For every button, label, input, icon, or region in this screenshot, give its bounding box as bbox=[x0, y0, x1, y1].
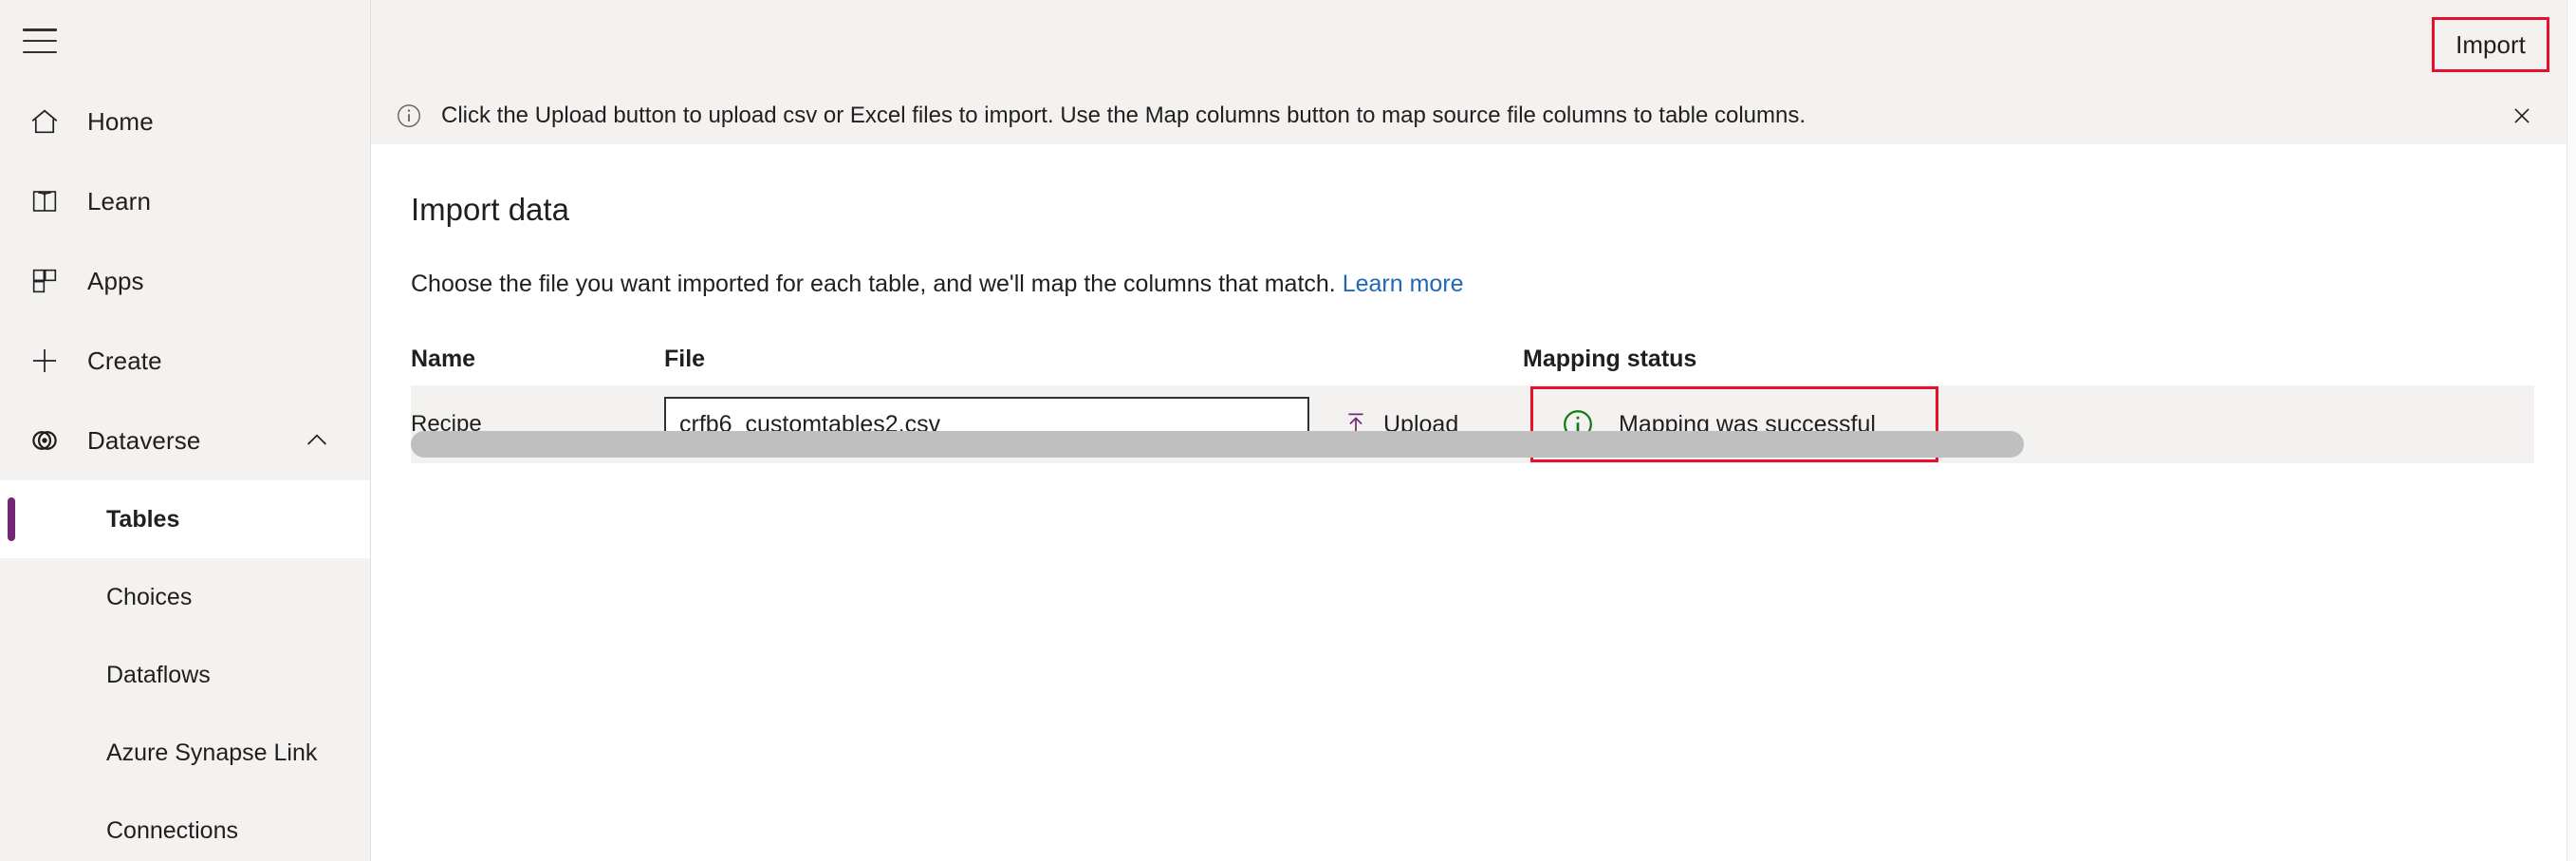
sidebar-subitem-label: Dataflows bbox=[106, 662, 211, 689]
sidebar-item-label: Dataverse bbox=[87, 426, 200, 456]
learn-more-link[interactable]: Learn more bbox=[1343, 271, 1464, 297]
info-banner: Click the Upload button to upload csv or… bbox=[371, 87, 2576, 144]
page-description-text: Choose the file you want imported for ea… bbox=[411, 271, 1336, 297]
sidebar-item-create[interactable]: Create bbox=[0, 321, 370, 401]
sidebar-item-azure-synapse-link[interactable]: Azure Synapse Link bbox=[0, 714, 370, 792]
horizontal-scrollbar-thumb[interactable] bbox=[411, 431, 2024, 458]
sidebar-item-connections[interactable]: Connections bbox=[0, 792, 370, 861]
sidebar-item-home[interactable]: Home bbox=[0, 82, 370, 161]
apps-grid-icon bbox=[25, 261, 65, 301]
sidebar-item-label: Create bbox=[87, 346, 162, 376]
sidebar: Home Learn bbox=[0, 0, 371, 861]
sidebar-item-label: Learn bbox=[87, 187, 151, 216]
info-circle-icon bbox=[394, 101, 424, 131]
main-content: Import Click the Upload button to upload… bbox=[371, 0, 2576, 861]
page-description: Choose the file you want imported for ea… bbox=[411, 271, 1464, 298]
sidebar-item-dataverse[interactable]: Dataverse bbox=[0, 401, 370, 480]
sidebar-item-tables[interactable]: Tables bbox=[0, 480, 370, 558]
sidebar-item-dataflows[interactable]: Dataflows bbox=[0, 636, 370, 714]
sidebar-subitem-label: Connections bbox=[106, 817, 238, 845]
info-banner-message: Click the Upload button to upload csv or… bbox=[441, 103, 1806, 129]
dataverse-icon bbox=[25, 421, 65, 460]
column-header-name: Name bbox=[411, 346, 664, 373]
plus-icon bbox=[25, 341, 65, 381]
hamburger-icon[interactable] bbox=[23, 28, 57, 53]
sidebar-item-label: Home bbox=[87, 107, 154, 137]
sidebar-subitem-label: Tables bbox=[106, 506, 179, 533]
import-data-panel: Import data Choose the file you want imp… bbox=[371, 144, 2576, 861]
chevron-up-icon[interactable] bbox=[302, 425, 332, 456]
page-title: Import data bbox=[411, 192, 569, 228]
close-icon[interactable] bbox=[2506, 100, 2538, 132]
sidebar-item-learn[interactable]: Learn bbox=[0, 161, 370, 241]
sidebar-item-apps[interactable]: Apps bbox=[0, 241, 370, 321]
sidebar-nav-list: Home Learn bbox=[0, 82, 370, 480]
sidebar-item-choices[interactable]: Choices bbox=[0, 558, 370, 636]
sidebar-header bbox=[0, 0, 370, 82]
column-header-file: File bbox=[664, 346, 1330, 373]
sidebar-item-label: Apps bbox=[87, 267, 144, 296]
book-icon bbox=[25, 181, 65, 221]
app-root: Home Learn bbox=[0, 0, 2576, 861]
sidebar-subitem-label: Choices bbox=[106, 584, 192, 611]
table-header-row: Name File Mapping status bbox=[411, 346, 2534, 378]
column-header-mapping-status: Mapping status bbox=[1523, 346, 2534, 373]
command-bar: Import Click the Upload button to upload… bbox=[371, 0, 2576, 144]
vertical-scrollbar[interactable] bbox=[2567, 0, 2576, 861]
horizontal-scrollbar[interactable] bbox=[411, 431, 2534, 465]
home-icon bbox=[25, 102, 65, 141]
import-button[interactable]: Import bbox=[2432, 17, 2549, 72]
sidebar-subitem-label: Azure Synapse Link bbox=[106, 739, 317, 767]
